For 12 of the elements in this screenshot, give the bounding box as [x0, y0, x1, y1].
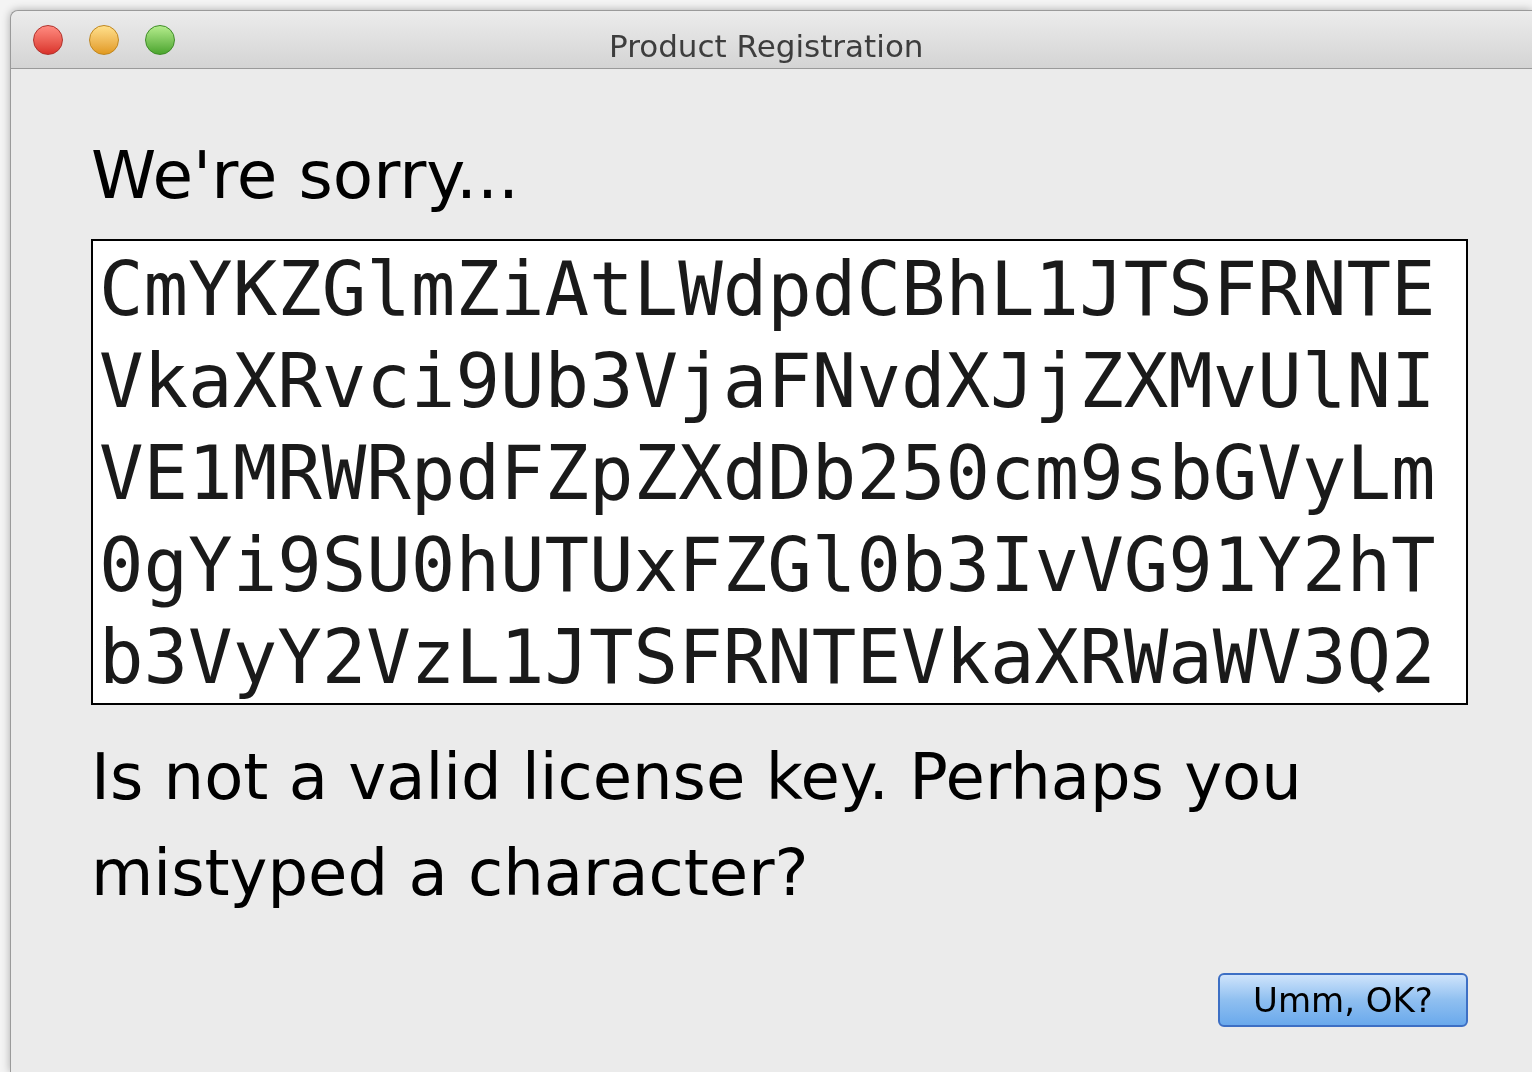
minimize-button[interactable] — [89, 24, 119, 55]
license-key-line: CmYKZGlmZiAtLWdpdCBhL1JTSFRNTE — [99, 245, 1436, 334]
close-button[interactable] — [33, 24, 63, 55]
license-key-line: 0gYi9SU0hUTUxFZGl0b3IvVG91Y2hT — [99, 521, 1436, 610]
license-key-line: VkaXRvci9Ub3VjaFNvdXJjZXMvUlNI — [99, 337, 1436, 426]
heading: We're sorry... — [91, 136, 520, 216]
ok-button[interactable]: Umm, OK? — [1218, 973, 1468, 1027]
license-key-line: VE1MRWRpdFZpZXdDb250cm9sbGVyLm — [99, 429, 1436, 518]
zoom-button[interactable] — [145, 24, 175, 55]
error-message: Is not a valid license key. Perhaps you mistyped a character? — [91, 739, 1303, 912]
window-title: Product Registration — [609, 27, 924, 66]
license-key-line: b3VyY2VzL1JTSFRNTEVkaXRWaWV3Q2 — [99, 613, 1436, 702]
